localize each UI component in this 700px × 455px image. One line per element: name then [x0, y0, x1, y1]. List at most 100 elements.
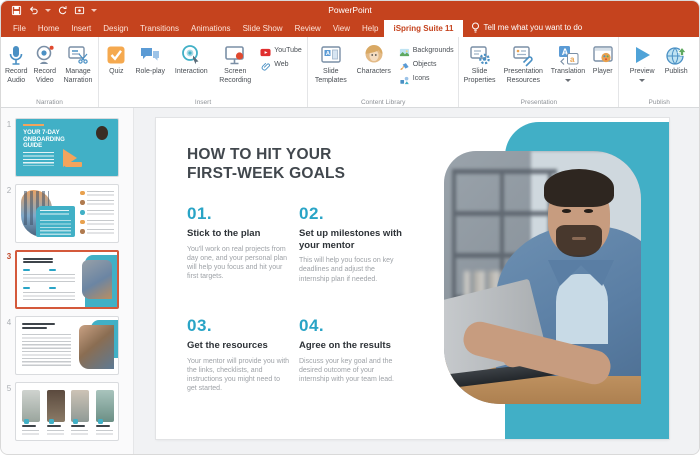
slide-item-4[interactable]: 04. Agree on the results Discuss your ke… [299, 316, 403, 384]
characters-button[interactable]: Characters [353, 42, 395, 94]
tab-slide-show[interactable]: Slide Show [237, 20, 289, 37]
slide-properties-button[interactable]: Slide Properties [461, 42, 497, 94]
item-body: Discuss your key goal and the desired ou… [299, 357, 403, 385]
ribbon-button-label: Record Video [33, 68, 58, 85]
item-body: You'll work on real projects from day on… [187, 245, 291, 282]
narration-editor-icon [66, 43, 90, 67]
ribbon-button-label: Translation [551, 68, 585, 77]
ribbon-button-label: Icons [413, 75, 430, 82]
thumb3-title-line [23, 258, 53, 260]
ribbon-button-label: Quiz [109, 68, 123, 77]
ribbon-button-label: Player [593, 68, 613, 77]
item-heading: Stick to the plan [187, 228, 291, 240]
slide-templates-button[interactable]: A Slide Templates [311, 42, 351, 94]
slide-number: 1 [3, 118, 15, 177]
thumb5-text [47, 430, 64, 437]
quiz-button[interactable]: Quiz [102, 42, 130, 94]
item-number: 03. [187, 316, 291, 336]
ribbon-button-label: Publish [665, 68, 688, 77]
youtube-button[interactable]: YouTube [260, 45, 302, 56]
ribbon-group-content-library: A Slide Templates Characters Backgrounds… [308, 37, 459, 107]
thumb1-text-lines [23, 152, 54, 166]
slide-item-1[interactable]: 01. Stick to the plan You'll work on rea… [187, 204, 291, 282]
slide-thumbnail-1[interactable]: YOUR 7-DAY ONBOARDING GUIDE [15, 118, 119, 177]
tab-help[interactable]: Help [356, 20, 384, 37]
interaction-button[interactable]: Interaction [170, 42, 212, 94]
ribbon-group-insert: Quiz Role-play Interaction Screen Record… [99, 37, 308, 107]
thumb5-text [71, 430, 88, 437]
photo-man-eye [584, 209, 593, 213]
ribbon-group-label: Narration [1, 99, 98, 106]
slide-number: 5 [3, 382, 15, 441]
ribbon-button-label: Objects [413, 61, 437, 68]
thumb2-box-text-lines [40, 220, 71, 236]
tab-insert[interactable]: Insert [65, 20, 97, 37]
slide-thumbnail-panel[interactable]: 1 YOUR 7-DAY ONBOARDING GUIDE 2 [1, 108, 134, 455]
screen-recording-button[interactable]: Screen Recording [214, 42, 256, 94]
slide-item-3[interactable]: 03. Get the resources Your mentor will p… [187, 316, 291, 394]
thumbnail-row-3: 3 [3, 250, 133, 309]
thumb1-button-shape [65, 162, 82, 167]
slide-photo-man-laptop[interactable] [444, 151, 641, 404]
item-heading: Get the resources [187, 340, 291, 352]
ribbon-button-label: Manage Narration [61, 68, 95, 85]
publish-button[interactable]: Publish [660, 42, 692, 94]
translation-button[interactable]: Aa Translation [549, 42, 587, 94]
thumb3-number [49, 287, 56, 290]
objects-button[interactable]: Objects [399, 59, 454, 70]
presentation-resources-icon [511, 43, 535, 67]
web-button[interactable]: Web [260, 59, 302, 70]
thumb2-list-item [80, 229, 114, 236]
thumb2-list-item [80, 200, 114, 207]
record-video-button[interactable]: Record Video [32, 42, 59, 94]
record-audio-button[interactable]: Record Audio [3, 42, 30, 94]
ribbon-button-label: Slide Templates [312, 68, 350, 85]
tab-animations[interactable]: Animations [185, 20, 237, 37]
slide-thumbnail-5[interactable] [15, 382, 119, 441]
tab-review[interactable]: Review [289, 20, 327, 37]
tell-me-box[interactable]: Tell me what you want to do [463, 18, 591, 37]
thumb4-title-line [22, 327, 46, 329]
content-library-stacked-buttons: Backgrounds Objects Icons [397, 42, 456, 94]
thumb5-photo-card [47, 390, 65, 422]
slide-number: 2 [3, 184, 15, 243]
character-face-icon [362, 43, 386, 67]
slide-title[interactable]: HOW TO HIT YOUR FIRST-WEEK GOALS [187, 145, 345, 183]
item-heading: Agree on the results [299, 340, 403, 352]
slide-item-2[interactable]: 02. Set up milestones with your mentor T… [299, 204, 403, 284]
tab-view[interactable]: View [327, 20, 356, 37]
ribbon: Record Audio Record Video Manage Narrati… [1, 37, 699, 108]
slide-thumbnail-2[interactable] [15, 184, 119, 243]
icons-button[interactable]: Icons [399, 73, 454, 84]
slide-thumbnail-3-selected[interactable] [15, 250, 119, 309]
thumb5-photo-card [22, 390, 40, 422]
backgrounds-button[interactable]: Backgrounds [399, 45, 454, 56]
tab-file[interactable]: File [7, 20, 32, 37]
tab-ispring-suite[interactable]: iSpring Suite 11 [384, 20, 462, 37]
role-play-button[interactable]: Role-play [132, 42, 168, 94]
web-link-icon [260, 59, 271, 70]
ribbon-button-label: Slide Properties [462, 68, 496, 85]
tab-transitions[interactable]: Transitions [134, 20, 185, 37]
ribbon-group-presentation: Slide Properties Presentation Resources … [459, 37, 619, 107]
presentation-resources-button[interactable]: Presentation Resources [500, 42, 547, 94]
app-title: PowerPoint [1, 5, 699, 15]
youtube-icon [260, 45, 271, 56]
translation-icon: Aa [556, 43, 580, 67]
item-number: 04. [299, 316, 403, 336]
ribbon-button-label: Web [274, 61, 288, 68]
player-button[interactable]: Player [589, 42, 616, 94]
manage-narration-button[interactable]: Manage Narration [60, 42, 96, 94]
ribbon-button-label: Backgrounds [413, 47, 454, 54]
ribbon-group-label: Presentation [459, 99, 618, 106]
svg-text:A: A [326, 51, 330, 57]
tab-home[interactable]: Home [32, 20, 65, 37]
thumb5-photo-card [96, 390, 114, 422]
tab-design[interactable]: Design [97, 20, 134, 37]
preview-button[interactable]: Preview [626, 42, 658, 94]
thumbnail-row-1: 1 YOUR 7-DAY ONBOARDING GUIDE [3, 118, 133, 177]
slide-canvas[interactable]: HOW TO HIT YOUR FIRST-WEEK GOALS 01. Sti… [134, 108, 699, 455]
slide-thumbnail-4[interactable] [15, 316, 119, 375]
current-slide[interactable]: HOW TO HIT YOUR FIRST-WEEK GOALS 01. Sti… [156, 118, 669, 439]
thumb4-text [22, 334, 71, 368]
